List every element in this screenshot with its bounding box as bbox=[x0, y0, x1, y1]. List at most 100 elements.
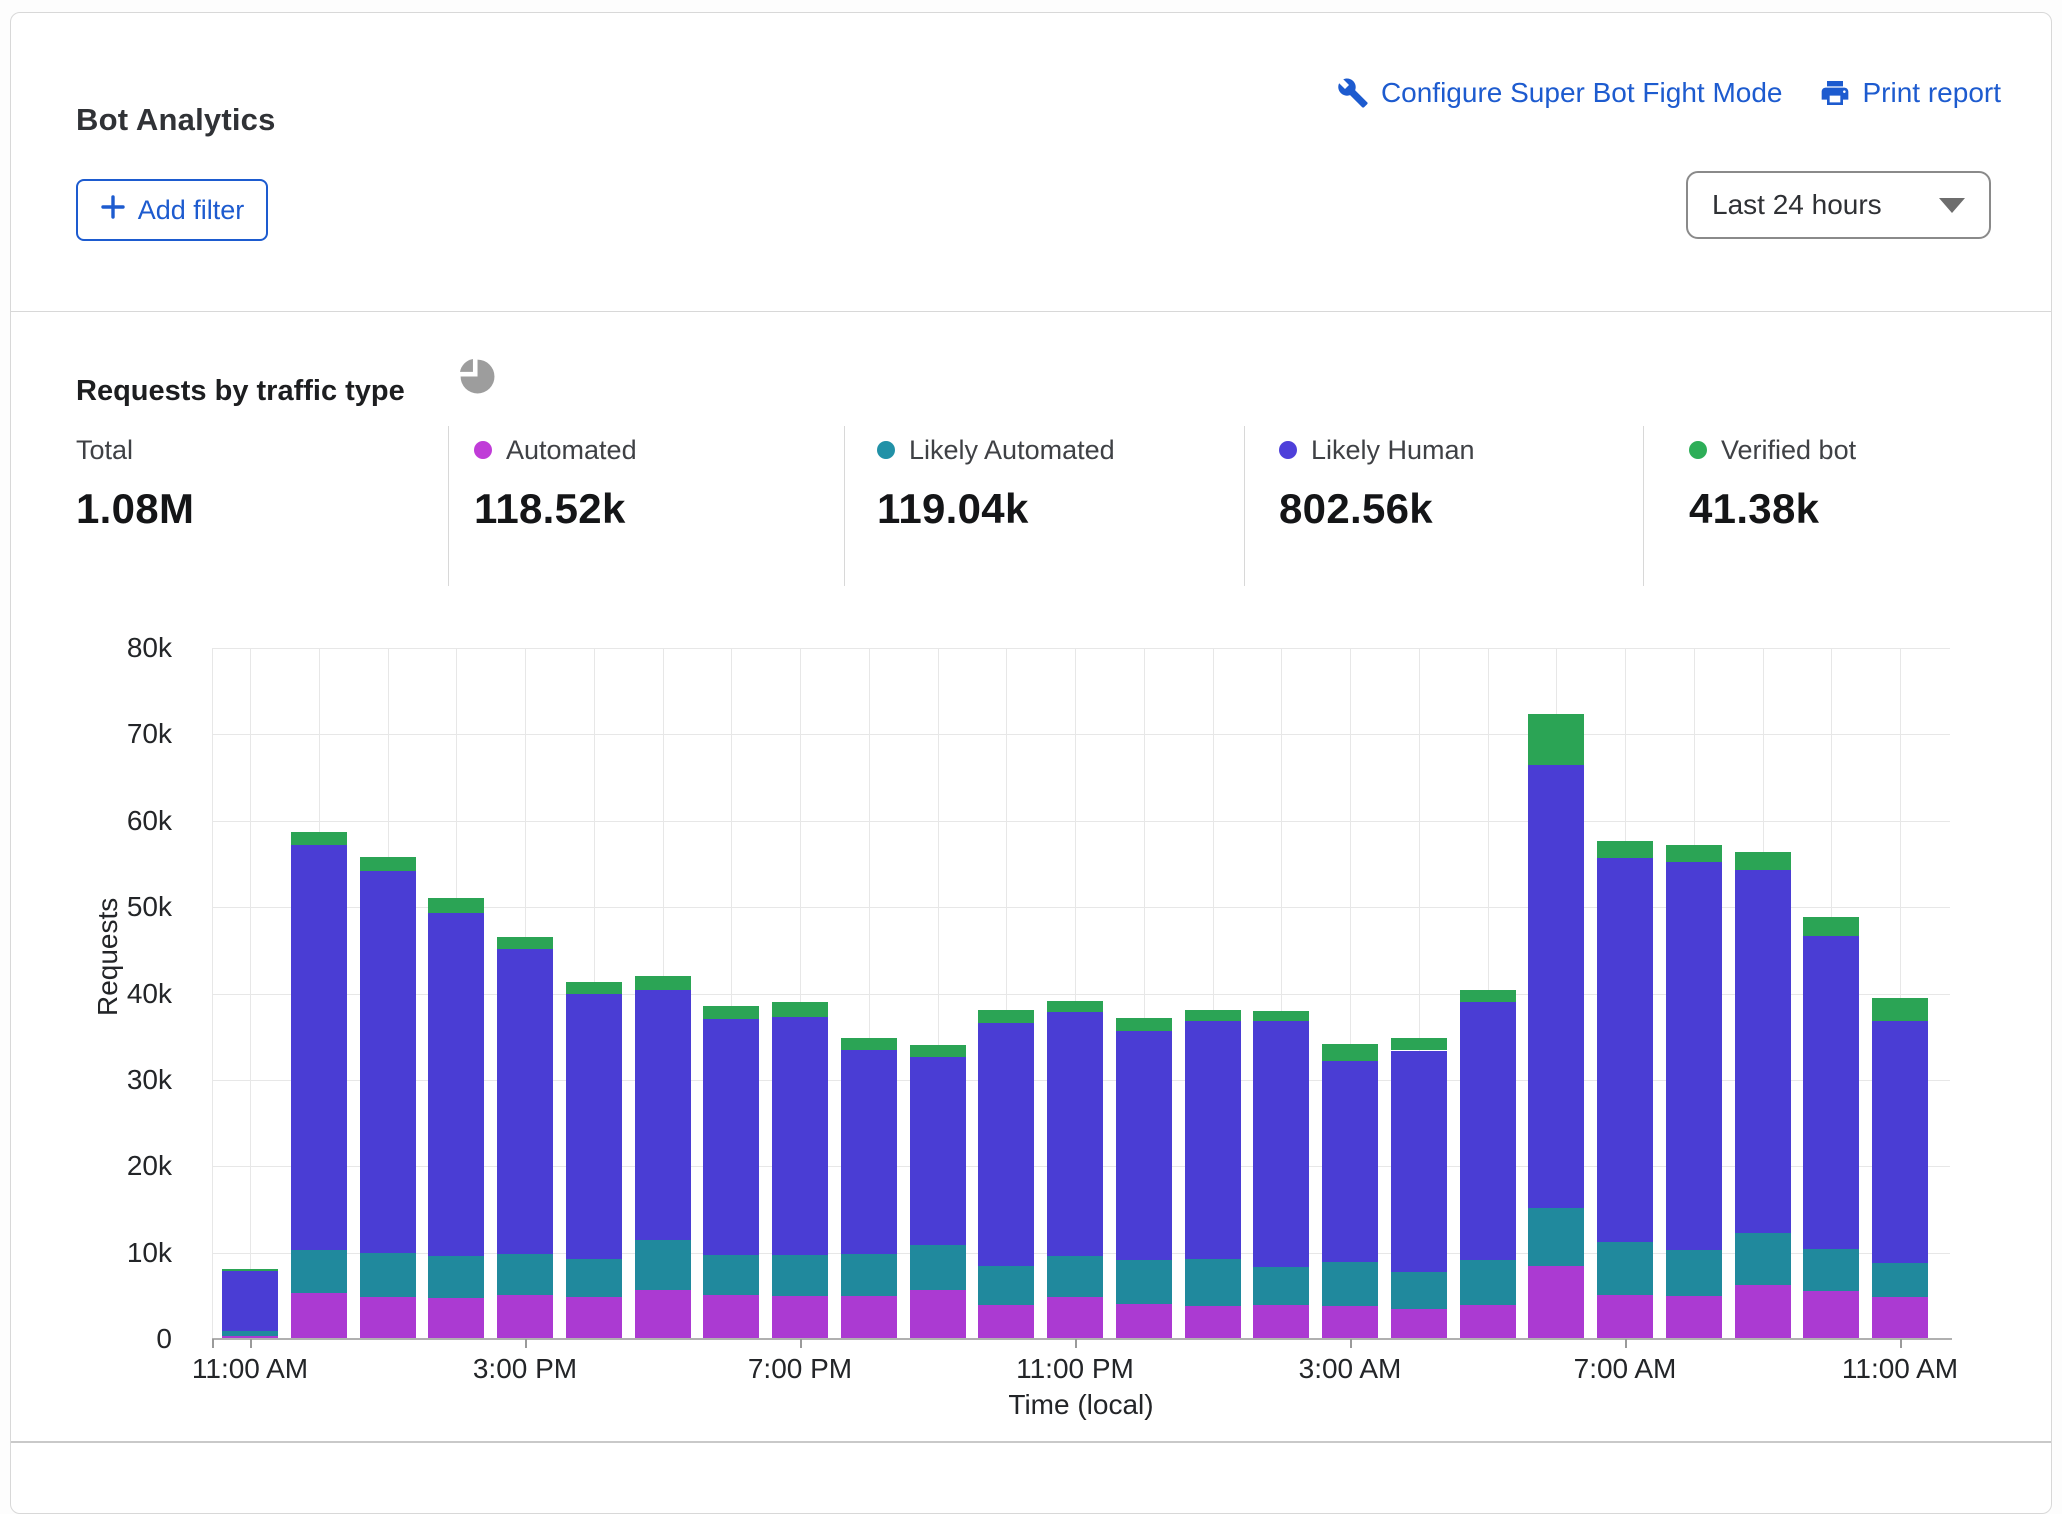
bar-segment-likely-automated[interactable] bbox=[1116, 1260, 1172, 1303]
bar-segment-verified-bot[interactable] bbox=[772, 1002, 828, 1017]
bar-segment-likely-human[interactable] bbox=[1872, 1021, 1928, 1263]
bar-segment-likely-automated[interactable] bbox=[841, 1254, 897, 1295]
bar-segment-verified-bot[interactable] bbox=[1460, 990, 1516, 1002]
bar-segment-verified-bot[interactable] bbox=[703, 1006, 759, 1019]
bar-segment-automated[interactable] bbox=[222, 1336, 278, 1339]
bar-segment-likely-human[interactable] bbox=[703, 1019, 759, 1256]
bar-segment-likely-human[interactable] bbox=[1116, 1031, 1172, 1261]
time-range-select[interactable]: Last 24 hours bbox=[1686, 171, 1991, 239]
bar-segment-likely-human[interactable] bbox=[1322, 1061, 1378, 1262]
bar-segment-automated[interactable] bbox=[1322, 1306, 1378, 1339]
bar-segment-automated[interactable] bbox=[1666, 1296, 1722, 1339]
bar-segment-automated[interactable] bbox=[1872, 1297, 1928, 1339]
bar-segment-automated[interactable] bbox=[1047, 1297, 1103, 1339]
bar-segment-automated[interactable] bbox=[1460, 1305, 1516, 1339]
bar-segment-verified-bot[interactable] bbox=[566, 982, 622, 994]
bar-segment-likely-automated[interactable] bbox=[1735, 1233, 1791, 1286]
bar-segment-likely-automated[interactable] bbox=[1460, 1260, 1516, 1306]
bar-segment-likely-automated[interactable] bbox=[772, 1255, 828, 1296]
bar-segment-likely-automated[interactable] bbox=[566, 1259, 622, 1297]
bar-segment-likely-automated[interactable] bbox=[291, 1250, 347, 1293]
bar-segment-likely-human[interactable] bbox=[910, 1057, 966, 1245]
bar-segment-verified-bot[interactable] bbox=[1391, 1038, 1447, 1050]
configure-super-bot-fight-mode-link[interactable]: Configure Super Bot Fight Mode bbox=[1337, 77, 1783, 109]
bar-segment-likely-automated[interactable] bbox=[497, 1254, 553, 1295]
bar-segment-likely-human[interactable] bbox=[566, 994, 622, 1258]
bar-segment-likely-human[interactable] bbox=[1391, 1051, 1447, 1273]
bar-segment-likely-human[interactable] bbox=[1047, 1012, 1103, 1256]
bar-segment-verified-bot[interactable] bbox=[1735, 852, 1791, 870]
bar-segment-verified-bot[interactable] bbox=[1803, 917, 1859, 937]
bar-segment-likely-human[interactable] bbox=[1460, 1002, 1516, 1259]
bar-segment-automated[interactable] bbox=[978, 1305, 1034, 1339]
bar-segment-verified-bot[interactable] bbox=[1872, 998, 1928, 1021]
bar-segment-likely-automated[interactable] bbox=[1322, 1262, 1378, 1306]
bar-segment-likely-automated[interactable] bbox=[1528, 1208, 1584, 1267]
bar-segment-verified-bot[interactable] bbox=[428, 898, 484, 914]
bar-segment-automated[interactable] bbox=[841, 1296, 897, 1339]
bar-segment-likely-human[interactable] bbox=[841, 1050, 897, 1255]
bar-segment-likely-human[interactable] bbox=[497, 949, 553, 1254]
bar-segment-automated[interactable] bbox=[566, 1297, 622, 1339]
add-filter-button[interactable]: Add filter bbox=[76, 179, 268, 241]
bar-segment-likely-automated[interactable] bbox=[1597, 1242, 1653, 1295]
bar-segment-likely-automated[interactable] bbox=[910, 1245, 966, 1290]
bar-segment-likely-human[interactable] bbox=[978, 1023, 1034, 1267]
bar-segment-likely-automated[interactable] bbox=[222, 1331, 278, 1335]
bar-segment-likely-human[interactable] bbox=[428, 913, 484, 1256]
bar-segment-likely-human[interactable] bbox=[1803, 936, 1859, 1249]
bar-segment-likely-automated[interactable] bbox=[1666, 1250, 1722, 1296]
bar-segment-verified-bot[interactable] bbox=[1597, 841, 1653, 858]
bar-segment-likely-human[interactable] bbox=[1528, 765, 1584, 1207]
bar-segment-automated[interactable] bbox=[1391, 1309, 1447, 1339]
bar-segment-automated[interactable] bbox=[360, 1297, 416, 1339]
bar-segment-automated[interactable] bbox=[428, 1298, 484, 1339]
bar-segment-verified-bot[interactable] bbox=[222, 1269, 278, 1271]
bar-segment-likely-automated[interactable] bbox=[1872, 1263, 1928, 1297]
bar-segment-verified-bot[interactable] bbox=[1528, 714, 1584, 766]
bar-segment-likely-automated[interactable] bbox=[635, 1240, 691, 1290]
bar-segment-likely-human[interactable] bbox=[1735, 870, 1791, 1233]
bar-segment-likely-human[interactable] bbox=[772, 1017, 828, 1255]
bar-segment-verified-bot[interactable] bbox=[635, 976, 691, 990]
bar-segment-automated[interactable] bbox=[703, 1295, 759, 1339]
bar-segment-likely-human[interactable] bbox=[635, 990, 691, 1240]
bar-segment-automated[interactable] bbox=[635, 1290, 691, 1339]
bar-segment-likely-human[interactable] bbox=[1253, 1021, 1309, 1267]
bar-segment-automated[interactable] bbox=[291, 1293, 347, 1339]
bar-segment-automated[interactable] bbox=[1185, 1306, 1241, 1339]
bar-segment-verified-bot[interactable] bbox=[1185, 1010, 1241, 1021]
bar-segment-verified-bot[interactable] bbox=[910, 1045, 966, 1056]
bar-segment-automated[interactable] bbox=[1253, 1305, 1309, 1339]
bar-segment-likely-human[interactable] bbox=[1666, 862, 1722, 1250]
bar-segment-verified-bot[interactable] bbox=[497, 937, 553, 949]
bar-segment-likely-automated[interactable] bbox=[1185, 1259, 1241, 1307]
bar-segment-likely-automated[interactable] bbox=[360, 1253, 416, 1296]
bar-segment-likely-automated[interactable] bbox=[978, 1266, 1034, 1305]
bar-segment-verified-bot[interactable] bbox=[291, 832, 347, 845]
bar-segment-likely-automated[interactable] bbox=[1253, 1267, 1309, 1305]
bar-segment-likely-human[interactable] bbox=[1185, 1021, 1241, 1259]
bar-segment-likely-automated[interactable] bbox=[1391, 1272, 1447, 1308]
bar-segment-verified-bot[interactable] bbox=[1322, 1044, 1378, 1061]
bar-segment-automated[interactable] bbox=[1735, 1285, 1791, 1339]
bar-segment-verified-bot[interactable] bbox=[978, 1010, 1034, 1023]
print-report-link[interactable]: Print report bbox=[1819, 77, 2002, 109]
bar-segment-verified-bot[interactable] bbox=[1253, 1011, 1309, 1021]
bar-segment-automated[interactable] bbox=[497, 1295, 553, 1339]
bar-segment-likely-human[interactable] bbox=[291, 845, 347, 1250]
bar-segment-automated[interactable] bbox=[1116, 1304, 1172, 1339]
bar-segment-likely-automated[interactable] bbox=[1803, 1249, 1859, 1291]
bar-segment-verified-bot[interactable] bbox=[1666, 845, 1722, 862]
bar-segment-likely-automated[interactable] bbox=[428, 1256, 484, 1297]
bar-segment-likely-automated[interactable] bbox=[703, 1255, 759, 1295]
bar-segment-verified-bot[interactable] bbox=[1047, 1001, 1103, 1011]
bar-segment-likely-human[interactable] bbox=[222, 1271, 278, 1331]
bar-segment-verified-bot[interactable] bbox=[1116, 1018, 1172, 1031]
bar-segment-automated[interactable] bbox=[1528, 1266, 1584, 1339]
bar-segment-verified-bot[interactable] bbox=[360, 857, 416, 871]
bar-segment-automated[interactable] bbox=[1803, 1291, 1859, 1339]
bar-segment-automated[interactable] bbox=[910, 1290, 966, 1339]
bar-segment-automated[interactable] bbox=[772, 1296, 828, 1339]
bar-segment-likely-automated[interactable] bbox=[1047, 1256, 1103, 1297]
